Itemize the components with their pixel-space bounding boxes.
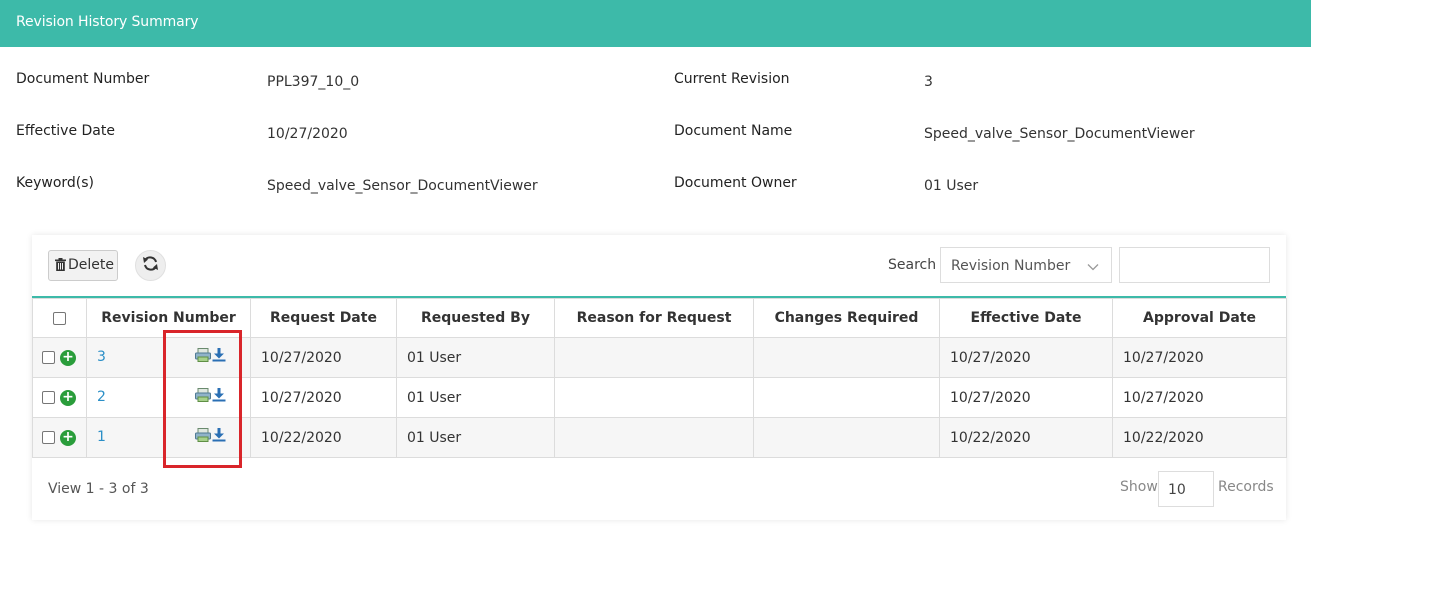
revision-cell: 3 — [86, 337, 251, 378]
current-revision-label: Current Revision — [674, 71, 790, 87]
effective-date-cell: 10/27/2020 — [939, 337, 1113, 378]
download-icon[interactable] — [212, 428, 226, 446]
current-revision-value: 3 — [924, 74, 933, 90]
document-viewer-icon[interactable] — [195, 428, 211, 446]
page-size-input[interactable]: 10 — [1158, 471, 1214, 507]
keywords-value: Speed_valve_Sensor_DocumentViewer — [267, 178, 538, 194]
trash-icon — [55, 258, 66, 275]
delete-button-label: Delete — [68, 257, 114, 273]
revision-cell: 1 — [86, 417, 251, 458]
plus-circle-icon[interactable]: + — [60, 389, 76, 406]
row-checkbox[interactable] — [42, 431, 55, 444]
row-checkbox[interactable] — [42, 351, 55, 364]
approval-date-cell: 10/27/2020 — [1112, 377, 1287, 418]
refresh-button[interactable] — [135, 250, 166, 281]
changes-cell — [753, 377, 940, 418]
request-date-cell: 10/27/2020 — [250, 337, 397, 378]
requested-by-cell: 01 User — [396, 417, 555, 458]
approval-date-cell: 10/22/2020 — [1112, 417, 1287, 458]
page-title: Revision History Summary — [16, 14, 199, 30]
search-field-select[interactable]: Revision Number — [940, 247, 1112, 283]
table-row: + 1 10/22/2020 01 User 10/22/2020 10/22/… — [32, 417, 1287, 458]
table-row: + 2 10/27/2020 01 User 10/27/2020 10/27/… — [32, 377, 1287, 418]
column-header-revision-number[interactable]: Revision Number — [86, 298, 251, 338]
changes-cell — [753, 417, 940, 458]
row-select-cell: + — [32, 337, 87, 378]
column-header-changes-required[interactable]: Changes Required — [753, 298, 940, 338]
revision-link[interactable]: 1 — [97, 429, 106, 445]
pagination-summary: View 1 - 3 of 3 — [48, 481, 149, 497]
request-date-cell: 10/27/2020 — [250, 377, 397, 418]
delete-button[interactable]: Delete — [48, 250, 118, 281]
column-header-request-date[interactable]: Request Date — [250, 298, 397, 338]
effective-date-cell: 10/27/2020 — [939, 377, 1113, 418]
revision-cell: 2 — [86, 377, 251, 418]
row-select-cell: + — [32, 417, 87, 458]
records-label: Records — [1218, 479, 1274, 495]
requested-by-cell: 01 User — [396, 337, 555, 378]
document-number-value: PPL397_10_0 — [267, 74, 360, 90]
document-number-label: Document Number — [16, 71, 150, 87]
table-row: + 3 10/27/2020 01 User 10/27/2020 10/27/… — [32, 337, 1287, 378]
table-header-row: Revision Number Request Date Requested B… — [32, 298, 1287, 338]
effective-date-value: 10/27/2020 — [267, 126, 348, 142]
column-header-approval-date[interactable]: Approval Date — [1112, 298, 1287, 338]
approval-date-cell: 10/27/2020 — [1112, 337, 1287, 378]
page-header: Revision History Summary — [0, 0, 1311, 47]
revision-link[interactable]: 2 — [97, 389, 106, 405]
document-name-value: Speed_valve_Sensor_DocumentViewer — [924, 126, 1195, 142]
document-viewer-icon[interactable] — [195, 348, 211, 366]
row-checkbox[interactable] — [42, 391, 55, 404]
effective-date-cell: 10/22/2020 — [939, 417, 1113, 458]
show-label: Show — [1120, 479, 1158, 495]
requested-by-cell: 01 User — [396, 377, 555, 418]
revision-link[interactable]: 3 — [97, 349, 106, 365]
search-label: Search — [888, 257, 937, 273]
plus-circle-icon[interactable]: + — [60, 349, 76, 366]
column-header-effective-date[interactable]: Effective Date — [939, 298, 1113, 338]
reason-cell — [554, 337, 754, 378]
chevron-down-icon — [1087, 259, 1099, 275]
column-header-reason-for-request[interactable]: Reason for Request — [554, 298, 754, 338]
plus-circle-icon[interactable]: + — [60, 429, 76, 446]
request-date-cell: 10/22/2020 — [250, 417, 397, 458]
row-select-cell: + — [32, 377, 87, 418]
column-header-requested-by[interactable]: Requested By — [396, 298, 555, 338]
effective-date-label: Effective Date — [16, 123, 115, 139]
document-viewer-icon[interactable] — [195, 388, 211, 406]
search-input[interactable] — [1119, 247, 1270, 283]
revision-grid-panel: Delete Search Revision Number Revision N… — [32, 235, 1287, 520]
download-icon[interactable] — [212, 348, 226, 366]
reason-cell — [554, 377, 754, 418]
reason-cell — [554, 417, 754, 458]
document-name-label: Document Name — [674, 123, 793, 139]
select-all-cell — [32, 298, 87, 338]
download-icon[interactable] — [212, 388, 226, 406]
document-owner-label: Document Owner — [674, 175, 797, 191]
document-owner-value: 01 User — [924, 178, 979, 194]
keywords-label: Keyword(s) — [16, 175, 95, 191]
select-all-checkbox[interactable] — [53, 311, 66, 325]
page-size-value: 10 — [1168, 482, 1186, 498]
refresh-icon — [142, 255, 159, 276]
changes-cell — [753, 337, 940, 378]
search-field-selected-value: Revision Number — [951, 258, 1071, 274]
